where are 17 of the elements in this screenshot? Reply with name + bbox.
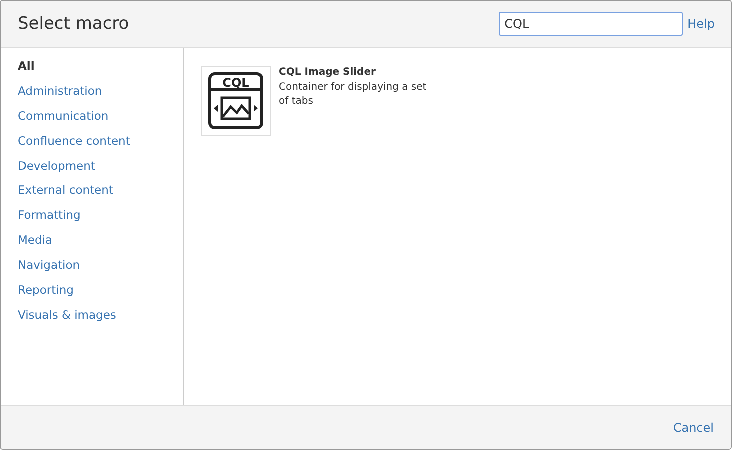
category-item[interactable]: Confluence content (18, 128, 183, 154)
category-item[interactable]: Development (18, 154, 183, 178)
category-item[interactable]: External content (18, 178, 183, 204)
help-link[interactable]: Help (688, 17, 715, 31)
category-item[interactable]: Reporting (18, 278, 183, 303)
category-item[interactable]: Communication (18, 104, 183, 129)
category-item[interactable]: Administration (18, 78, 183, 104)
category-item[interactable]: Visuals & images (18, 302, 183, 328)
category-item[interactable]: Navigation (18, 253, 183, 278)
dialog-title: Select macro (18, 14, 130, 34)
category-item[interactable]: Media (18, 228, 183, 254)
search-field[interactable]: CQL (498, 12, 683, 36)
macro-name[interactable]: CQL Image Slider (279, 67, 439, 78)
macro-description: Container for displaying a set of tabs (279, 81, 428, 109)
category-item[interactable]: Formatting (18, 203, 183, 228)
category-item[interactable]: All (18, 54, 183, 79)
cancel-link[interactable]: Cancel (673, 420, 714, 434)
